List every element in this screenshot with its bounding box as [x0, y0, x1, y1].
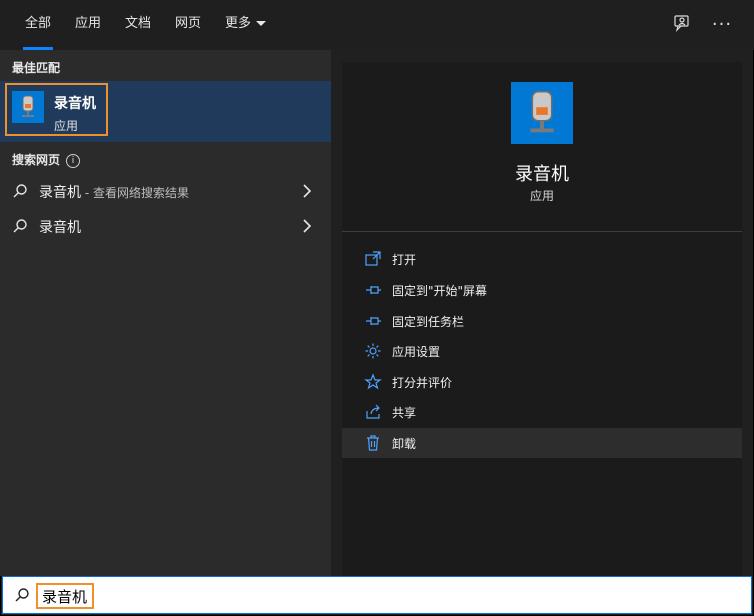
pin-icon	[366, 317, 381, 325]
chevron-right-icon	[303, 184, 312, 198]
chevron-right-icon	[303, 219, 312, 233]
best-match-heading: 最佳匹配	[12, 61, 61, 75]
search-input[interactable]	[39, 585, 525, 607]
results-pane: 最佳匹配 录音机 应用 搜索网页 i 录音机 - 查看网络搜索结果 录音机	[0, 50, 331, 576]
highlight-box	[5, 83, 108, 136]
tab-web[interactable]: 网页	[175, 0, 201, 50]
detail-title: 录音机	[515, 164, 569, 185]
web-result-text: 录音机 - 查看网络搜索结果	[39, 182, 189, 202]
search-bar	[2, 576, 752, 614]
web-search-heading-label: 搜索网页	[12, 153, 61, 167]
action-label: 固定到任务栏	[392, 315, 465, 329]
trash-icon	[367, 435, 379, 451]
web-result-text: 录音机	[39, 217, 81, 237]
divider	[342, 231, 742, 232]
pin-to-taskbar-action[interactable]: 固定到任务栏	[342, 306, 742, 336]
web-result-label: 录音机	[39, 185, 81, 201]
tab-more[interactable]: 更多	[225, 0, 267, 50]
gear-icon	[365, 343, 381, 359]
pin-to-start-action[interactable]: 固定到"开始"屏幕	[342, 275, 742, 305]
action-label: 卸载	[392, 437, 417, 451]
web-result-row[interactable]: 录音机 - 查看网络搜索结果	[0, 175, 331, 207]
share-action[interactable]: 共享	[342, 397, 742, 427]
action-label: 固定到"开始"屏幕	[392, 284, 488, 298]
app-settings-action[interactable]: 应用设置	[342, 336, 742, 366]
pin-icon	[366, 286, 381, 294]
action-label: 应用设置	[392, 345, 441, 359]
tab-more-label: 更多	[225, 16, 252, 31]
tab-apps[interactable]: 应用	[75, 0, 101, 50]
open-action[interactable]: 打开	[342, 244, 742, 274]
chevron-down-icon	[256, 21, 267, 26]
web-result-suffix: - 查看网络搜索结果	[81, 186, 189, 200]
web-search-heading: 搜索网页 i	[12, 151, 81, 168]
detail-pane: 录音机 应用 打开 固定到"开始"屏幕 固定到任务栏 应用设置 打分并评价 共享…	[342, 62, 742, 576]
action-label: 共享	[392, 406, 417, 420]
more-options-icon[interactable]: ···	[711, 14, 733, 36]
tab-documents[interactable]: 文档	[125, 0, 151, 50]
feedback-icon[interactable]	[671, 14, 693, 36]
open-icon	[365, 251, 381, 266]
search-icon	[15, 588, 29, 602]
search-icon	[13, 184, 27, 198]
web-result-row[interactable]: 录音机	[0, 210, 331, 242]
detail-subtitle: 应用	[529, 189, 554, 203]
voice-recorder-app-icon	[511, 82, 573, 144]
info-icon[interactable]: i	[66, 154, 81, 168]
web-result-label: 录音机	[39, 220, 81, 236]
rate-and-review-action[interactable]: 打分并评价	[342, 367, 742, 397]
tab-all[interactable]: 全部	[22, 0, 54, 50]
share-icon	[366, 404, 380, 419]
uninstall-action[interactable]: 卸载	[342, 428, 742, 458]
search-icon	[13, 219, 27, 233]
top-bar: 全部 应用 文档 网页 更多 ···	[0, 0, 754, 50]
star-icon	[364, 373, 382, 390]
action-label: 打分并评价	[392, 376, 453, 390]
action-label: 打开	[392, 253, 417, 267]
